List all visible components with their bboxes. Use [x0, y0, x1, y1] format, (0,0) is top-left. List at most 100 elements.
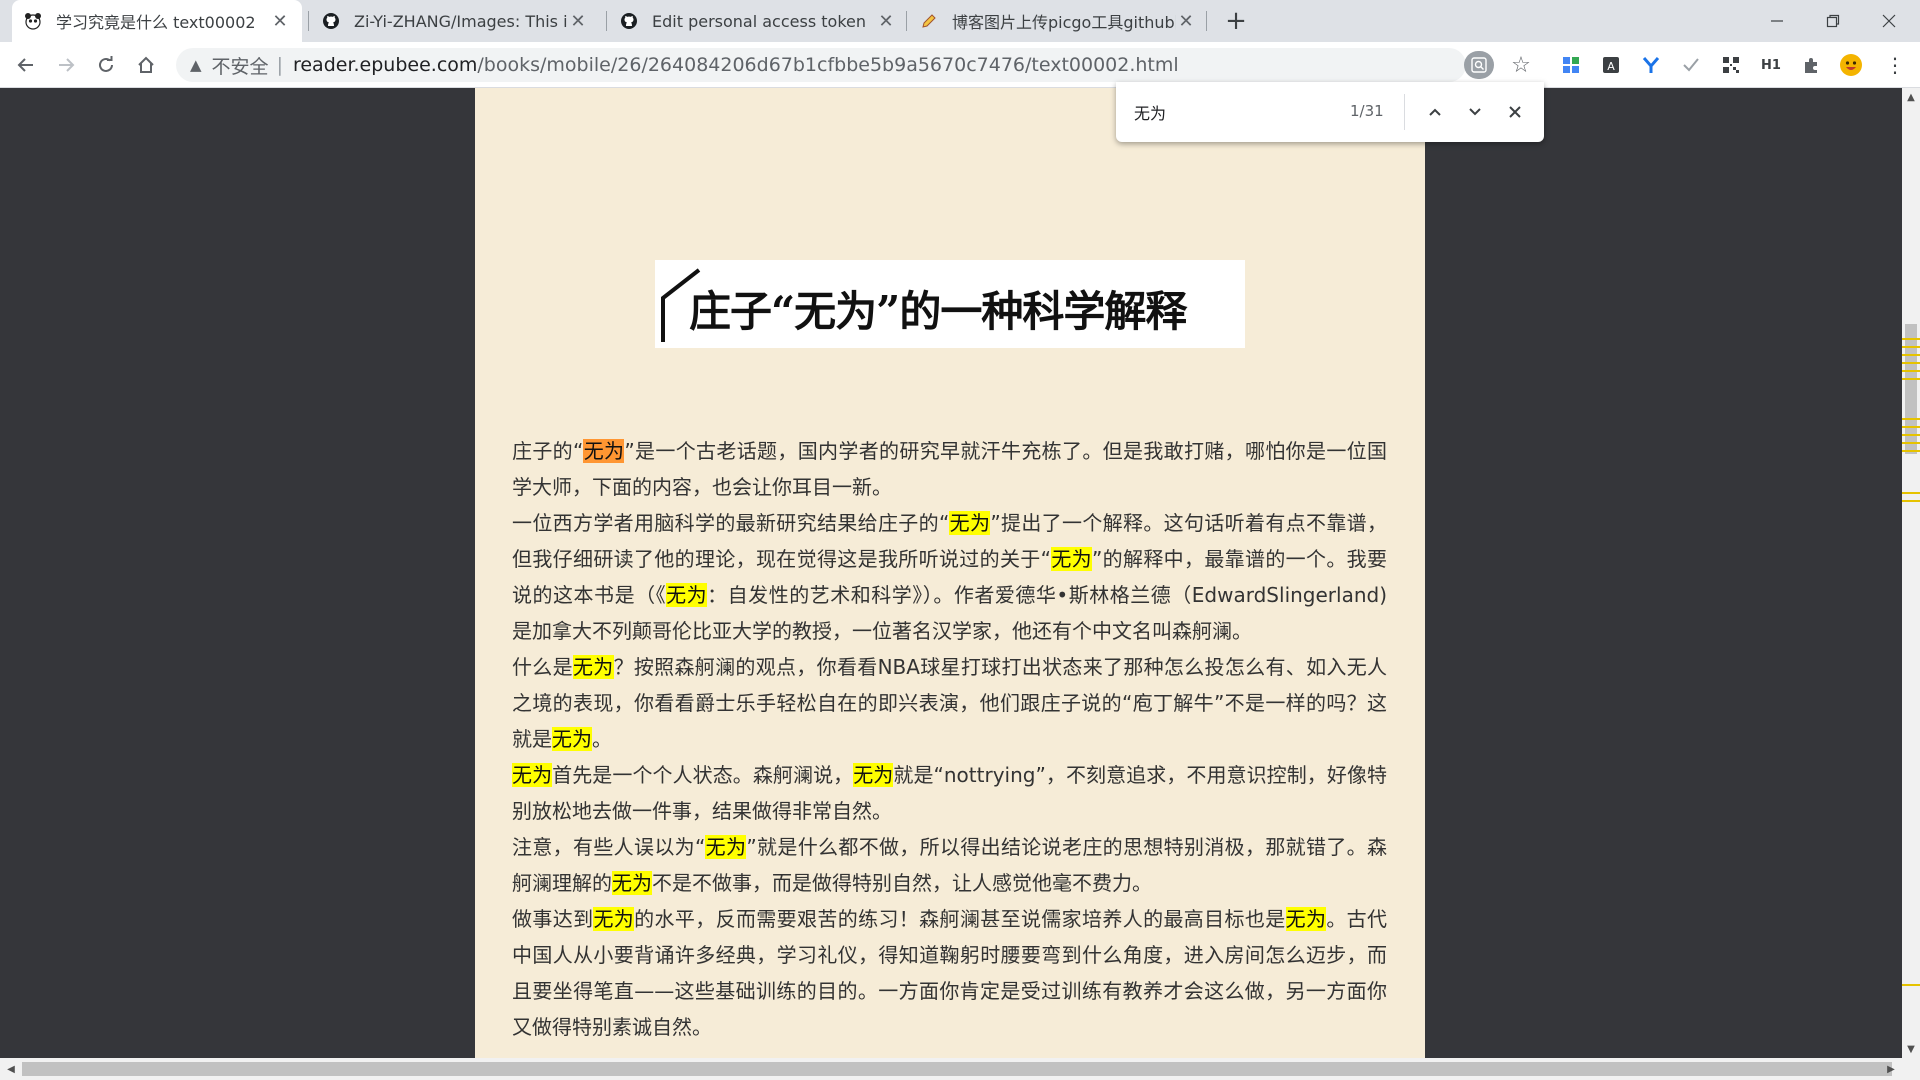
- vertical-scrollbar[interactable]: ▲ ▼: [1902, 88, 1920, 1058]
- home-button[interactable]: [130, 49, 162, 81]
- paragraph: 做事达到无为的水平，反而需要艰苦的练习！森舸澜甚至说儒家培养人的最高目标也是无为…: [512, 901, 1387, 1045]
- star-icon: ☆: [1511, 52, 1531, 78]
- scroll-right-arrow[interactable]: ▶: [1882, 1060, 1900, 1078]
- text-run: ？按照森舸澜的观点，你看看NBA球星打球打出状态来了那种怎么投怎么有、如入无人之…: [512, 655, 1388, 751]
- search-match-highlight: 无为: [552, 727, 592, 751]
- tab-divider: [308, 11, 309, 31]
- text-run: ”是一个古老话题，国内学者的研究早就汗牛充栋了。但是我敢打赌，哪怕你是一位国学大…: [512, 439, 1387, 499]
- find-match-marker: [1902, 492, 1920, 494]
- text-run: 什么是: [512, 655, 573, 679]
- tab-title: 学习究竟是什么 text00002: [56, 13, 256, 32]
- reload-button[interactable]: [90, 49, 122, 81]
- scroll-thumb[interactable]: [22, 1062, 1892, 1076]
- find-match-marker: [1902, 426, 1920, 428]
- find-match-marker: [1902, 362, 1920, 364]
- extension-button[interactable]: [1636, 50, 1666, 80]
- find-match-marker: [1902, 418, 1920, 420]
- tab-divider: [606, 11, 607, 31]
- search-match-highlight: 无为: [705, 835, 747, 859]
- text-run: 做事达到: [512, 907, 594, 931]
- extension-button[interactable]: [1676, 50, 1706, 80]
- reload-icon: [99, 56, 113, 72]
- tab-title: Zi-Yi-ZHANG/Images: This is th: [354, 11, 568, 31]
- chapter-title: 庄子“无为”的一种科学解释: [689, 287, 1187, 336]
- find-match-marker: [1902, 378, 1920, 380]
- grid-extension-icon: [1563, 57, 1579, 73]
- paragraph: 庄子的“无为”是一个古老话题，国内学者的研究早就汗牛充栋了。但是我敢打赌，哪怕你…: [512, 433, 1387, 505]
- find-match-marker: [1902, 984, 1920, 986]
- home-icon: [138, 56, 154, 73]
- browser-menu-button[interactable]: ⋮: [1880, 50, 1910, 80]
- paragraph: 注意，有些人误以为“无为”就是什么都不做，所以得出结论说老庄的思想特别消极，那就…: [512, 829, 1387, 901]
- divider: |: [276, 54, 283, 76]
- search-match-highlight: 无为: [593, 907, 635, 931]
- arrow-left-icon: [17, 58, 33, 72]
- search-match-highlight: 无为: [1285, 907, 1327, 931]
- text-run: 不是不做事，而是做得特别自然，让人感觉他毫不费力。: [652, 871, 1152, 895]
- minimize-button[interactable]: [1750, 0, 1804, 42]
- address-bar[interactable]: ▲ 不安全 | reader.epubee.com/books/mobile/2…: [176, 48, 1466, 82]
- scroll-up-arrow[interactable]: ▲: [1902, 88, 1920, 106]
- scroll-left-arrow[interactable]: ◀: [2, 1060, 20, 1078]
- tab-1[interactable]: 学习究竟是什么 text00002 ✕: [12, 0, 302, 42]
- close-icon[interactable]: ✕: [568, 11, 588, 32]
- find-match-marker: [1902, 370, 1920, 372]
- text-run: 庄子的“: [512, 439, 584, 463]
- close-window-button[interactable]: [1862, 0, 1916, 42]
- tab-2[interactable]: Zi-Yi-ZHANG/Images: This is th ✕: [310, 0, 600, 42]
- restore-icon: [1826, 14, 1840, 28]
- search-match-highlight: 无为: [853, 763, 894, 787]
- browser-toolbar: ▲ 不安全 | reader.epubee.com/books/mobile/2…: [0, 42, 1920, 88]
- panda-icon: [24, 12, 42, 30]
- article-body: 庄子的“无为”是一个古老话题，国内学者的研究早就汗牛充栋了。但是我敢打赌，哪怕你…: [512, 433, 1387, 1045]
- url-host: reader.epubee.com: [292, 54, 478, 76]
- paragraph: 无为首先是一个个人状态。森舸澜说，无为就是“nottrying”，不刻意追求，不…: [512, 757, 1387, 829]
- extension-button[interactable]: [1556, 50, 1586, 80]
- warning-icon: ▲: [190, 56, 202, 74]
- tab-3[interactable]: Edit personal access token ✕: [608, 0, 908, 42]
- current-search-match: 无为: [583, 439, 625, 463]
- find-next-button[interactable]: [1460, 97, 1490, 127]
- search-match-highlight: 无为: [572, 655, 614, 679]
- profile-avatar-button[interactable]: [1836, 50, 1866, 80]
- find-match-count: 1/31: [1350, 102, 1384, 120]
- close-icon[interactable]: ✕: [270, 11, 290, 32]
- scroll-down-arrow[interactable]: ▼: [1902, 1040, 1920, 1058]
- find-match-marker: [1902, 434, 1920, 436]
- svg-text:A: A: [1607, 60, 1615, 73]
- chevron-down-icon: [1469, 108, 1481, 116]
- search-icon: [1471, 57, 1487, 73]
- extensions-menu-button[interactable]: [1796, 50, 1826, 80]
- tab-title: 博客图片上传picgo工具github图: [952, 13, 1176, 32]
- find-match-marker: [1902, 500, 1920, 502]
- book-page: 庄子“无为”的一种科学解释 庄子的“无为”是一个古老话题，国内学者的研究早就汗牛…: [475, 88, 1425, 1058]
- extension-button[interactable]: [1716, 50, 1746, 80]
- find-match-marker: [1902, 346, 1920, 348]
- find-bar: 无为 1/31: [1116, 82, 1544, 142]
- extension-button[interactable]: A: [1596, 50, 1626, 80]
- close-icon[interactable]: ✕: [1176, 11, 1196, 32]
- extension-button[interactable]: H1: [1756, 50, 1786, 80]
- text-run: 一位西方学者用脑科学的最新研究结果给庄子的“: [512, 511, 950, 535]
- find-in-page-indicator[interactable]: [1464, 51, 1494, 79]
- find-input[interactable]: 无为: [1134, 100, 1166, 124]
- find-close-button[interactable]: [1500, 97, 1530, 127]
- bookmark-star-button[interactable]: ☆: [1506, 50, 1536, 80]
- text-run: 首先是一个个人状态。森舸澜说，: [552, 763, 854, 787]
- search-match-highlight: 无为: [512, 763, 553, 787]
- search-match-highlight: 无为: [1050, 547, 1092, 571]
- find-previous-button[interactable]: [1420, 97, 1450, 127]
- close-icon: [1882, 14, 1896, 28]
- restore-button[interactable]: [1806, 0, 1860, 42]
- forward-button[interactable]: [50, 49, 82, 81]
- new-tab-button[interactable]: +: [1220, 6, 1252, 36]
- heading-extension-icon: H1: [1761, 57, 1781, 73]
- close-icon[interactable]: ✕: [876, 11, 896, 32]
- puzzle-icon: [1805, 58, 1817, 73]
- github-icon: [620, 12, 638, 30]
- search-match-highlight: 无为: [666, 583, 708, 607]
- horizontal-scrollbar[interactable]: ◀ ▶: [0, 1058, 1920, 1080]
- security-label: 不安全: [211, 55, 269, 78]
- tab-4[interactable]: 博客图片上传picgo工具github图 ✕: [908, 0, 1208, 42]
- back-button[interactable]: [10, 49, 42, 81]
